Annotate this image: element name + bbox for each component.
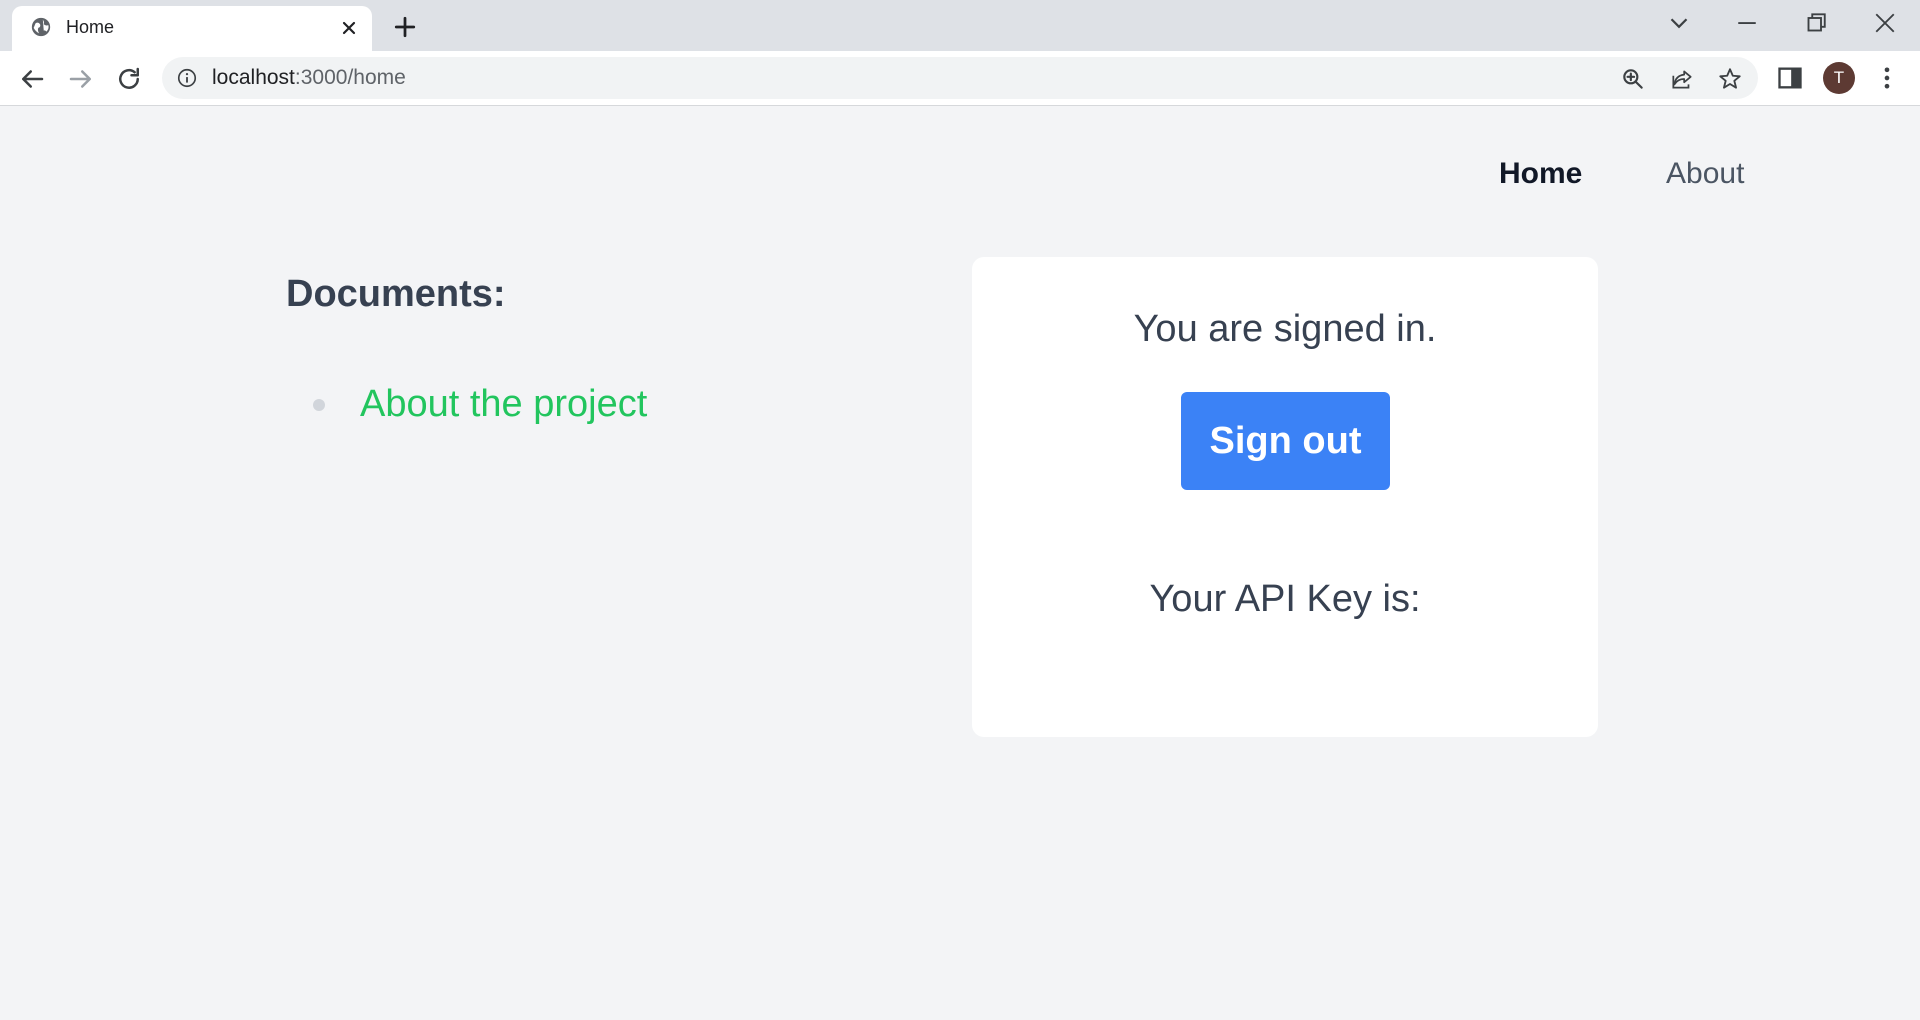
tab-title: Home (66, 17, 115, 37)
restore-icon[interactable] (1801, 8, 1831, 38)
profile-avatar[interactable]: T (1823, 62, 1855, 94)
back-icon[interactable] (17, 64, 47, 94)
signed-in-status: You are signed in. (1133, 308, 1437, 350)
url-path: :3000/home (294, 66, 406, 89)
url-host: localhost (212, 66, 295, 89)
tab-strip: Home (0, 0, 1920, 51)
bookmark-star-icon[interactable] (1717, 66, 1743, 92)
browser-tab[interactable]: Home (12, 6, 372, 51)
close-tab-icon[interactable] (337, 16, 361, 40)
url-text: localhost:3000/home (212, 66, 406, 90)
documents-heading: Documents: (286, 273, 506, 315)
address-bar[interactable]: localhost:3000/home (162, 57, 1758, 99)
forward-icon[interactable] (66, 64, 96, 94)
site-info-icon[interactable] (176, 67, 198, 89)
browser-toolbar: localhost:3000/home T (0, 51, 1920, 106)
side-panel-icon[interactable] (1776, 64, 1804, 92)
zoom-icon[interactable] (1620, 66, 1646, 92)
sign-out-button[interactable]: Sign out (1181, 392, 1390, 490)
nav-about-link[interactable]: About (1666, 156, 1744, 192)
reload-icon[interactable] (114, 64, 144, 94)
page-content: Home About Documents: About the project … (0, 106, 1920, 1020)
more-menu-icon[interactable] (1873, 64, 1901, 92)
minimize-icon[interactable] (1732, 8, 1762, 38)
document-link-about-project[interactable]: About the project (360, 382, 647, 426)
nav-home-link[interactable]: Home (1499, 156, 1582, 192)
share-icon[interactable] (1669, 66, 1695, 92)
api-key-label: Your API Key is: (1149, 578, 1421, 620)
auth-card: You are signed in. Sign out Your API Key… (972, 257, 1598, 737)
list-bullet (313, 399, 325, 411)
close-window-icon[interactable] (1870, 8, 1900, 38)
tab-search-chevron-icon[interactable] (1664, 8, 1694, 38)
new-tab-icon[interactable] (390, 12, 420, 42)
globe-icon (31, 17, 51, 37)
